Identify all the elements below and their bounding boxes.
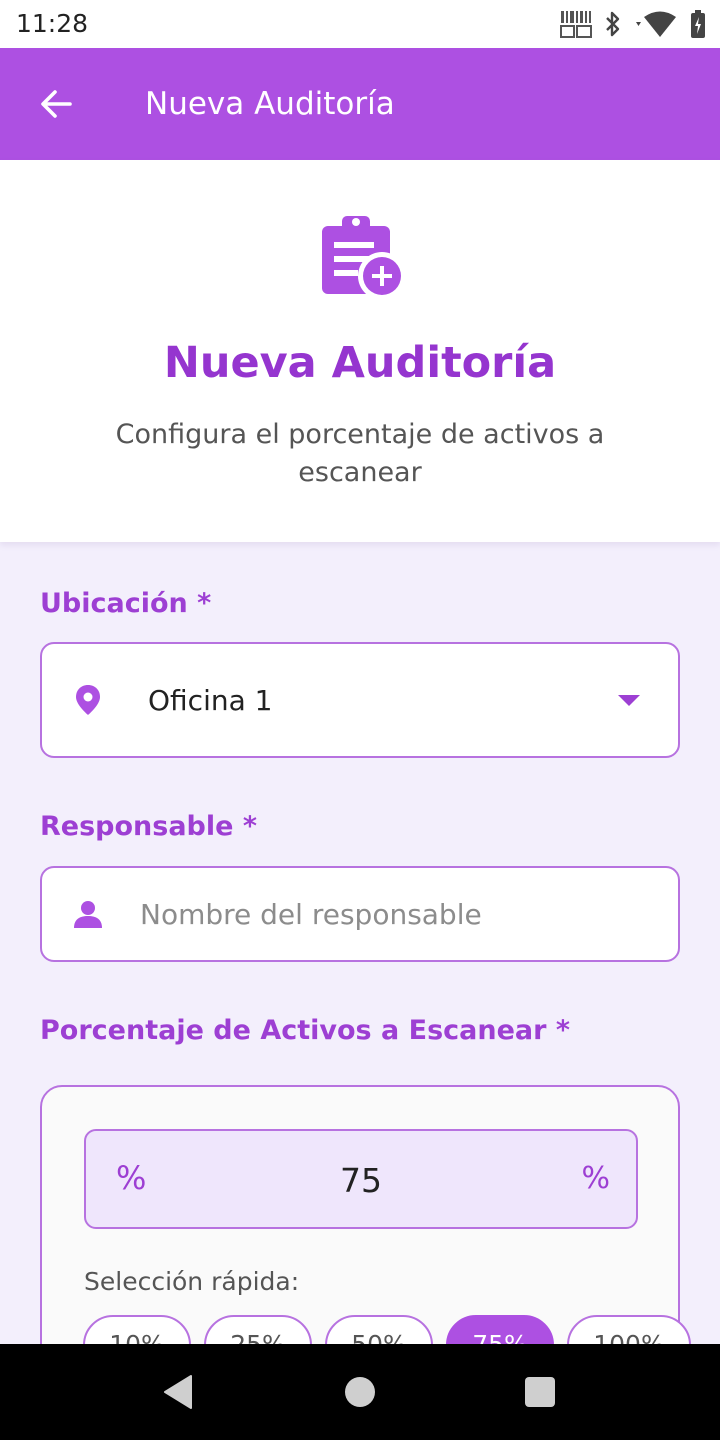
location-pin-icon [76, 685, 100, 715]
status-time: 11:28 [16, 9, 89, 38]
barcode-icon [560, 11, 592, 38]
responsable-placeholder: Nombre del responsable [140, 898, 482, 931]
hero-title: Nueva Auditoría [163, 338, 557, 388]
status-icons [560, 8, 706, 40]
nav-home-icon[interactable] [345, 1377, 375, 1407]
arrow-left-icon [41, 90, 72, 118]
porcentaje-label: Porcentaje de Activos a Escanear * [40, 1015, 570, 1046]
app-bar-title: Nueva Auditoría [145, 86, 395, 122]
caret-down-icon [618, 695, 640, 706]
battery-icon [691, 10, 705, 38]
porcentaje-value: 75 [340, 1161, 382, 1200]
bluetooth-icon [606, 11, 620, 37]
nav-back-icon[interactable] [163, 1374, 195, 1410]
person-icon [74, 901, 102, 928]
ubicacion-value: Oficina 1 [148, 684, 273, 717]
responsable-label: Responsable * [40, 811, 257, 842]
responsable-field[interactable]: Nombre del responsable [40, 866, 680, 962]
wifi-icon [636, 11, 676, 37]
status-bar: 11:28 [0, 0, 720, 48]
nav-recents-icon[interactable] [525, 1377, 555, 1407]
system-nav-bar [0, 1344, 720, 1440]
hero-subtitle: Configura el porcentaje de activos a esc… [115, 419, 605, 488]
porcentaje-suffix: % [581, 1161, 610, 1196]
ubicacion-dropdown[interactable]: Oficina 1 [40, 642, 680, 758]
app-bar: Nueva Auditoría [0, 48, 720, 160]
clipboard-add-icon [322, 216, 406, 300]
back-button[interactable] [24, 72, 88, 136]
quick-select-label: Selección rápida: [84, 1267, 300, 1296]
porcentaje-input[interactable]: % 75 % [84, 1129, 638, 1229]
hero-section: Nueva Auditoría Configura el porcentaje … [0, 160, 720, 542]
ubicacion-label: Ubicación * [40, 588, 212, 619]
